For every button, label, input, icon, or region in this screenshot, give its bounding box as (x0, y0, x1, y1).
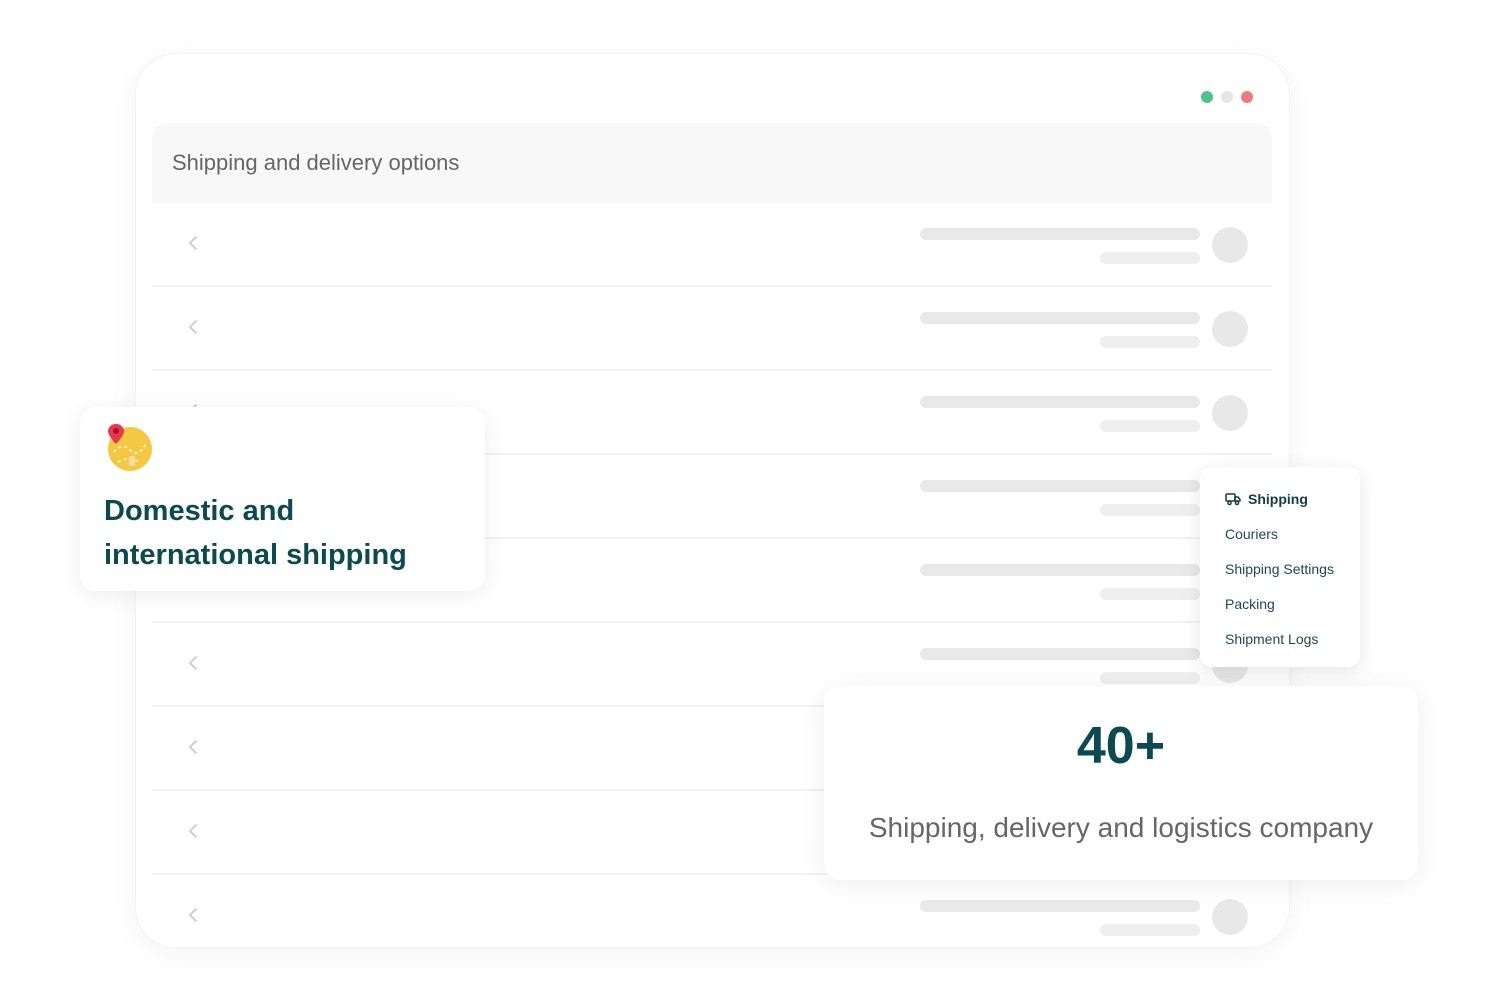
avatar-placeholder (1212, 311, 1248, 347)
chevron-left-icon[interactable] (186, 820, 200, 842)
list-item[interactable] (152, 287, 1272, 371)
globe-location-icon (108, 424, 152, 471)
menu-item-couriers[interactable]: Couriers (1225, 516, 1360, 551)
chevron-left-icon[interactable] (186, 904, 200, 926)
window-controls (1201, 91, 1253, 103)
chevron-left-icon[interactable] (186, 736, 200, 758)
placeholder-line (1100, 336, 1200, 348)
stat-caption: Shipping, delivery and logistics company (868, 812, 1374, 843)
window-gray-dot[interactable] (1221, 91, 1233, 103)
window-green-dot[interactable] (1201, 91, 1213, 103)
stat-card: 40+ Shipping, delivery and logistics com… (824, 686, 1418, 880)
menu-item-shipment-logs[interactable]: Shipment Logs (1225, 621, 1360, 656)
card-title: Domestic and international shipping (104, 495, 407, 571)
list-item[interactable] (152, 875, 1272, 947)
menu-item-label: Packing (1225, 595, 1275, 612)
placeholder-line (920, 312, 1200, 324)
menu-item-shipping[interactable]: Shipping (1225, 481, 1360, 516)
placeholder-line (1100, 420, 1200, 432)
placeholder-line (920, 228, 1200, 240)
window-red-dot[interactable] (1241, 91, 1253, 103)
list-item[interactable] (152, 203, 1272, 287)
chevron-left-icon[interactable] (186, 316, 200, 338)
menu-item-packing[interactable]: Packing (1225, 586, 1360, 621)
stat-number: 40+ (1076, 717, 1166, 775)
panel-header: Shipping and delivery options (152, 123, 1272, 203)
placeholder-line (1100, 672, 1200, 684)
menu-item-label: Shipment Logs (1225, 630, 1319, 647)
placeholder-line (1100, 924, 1200, 936)
chevron-left-icon[interactable] (186, 232, 200, 254)
menu-item-label: Couriers (1225, 525, 1278, 542)
placeholder-line (1100, 504, 1200, 516)
page-title: Shipping and delivery options (172, 150, 460, 175)
menu-item-label: Shipping Settings (1225, 560, 1334, 577)
placeholder-line (920, 564, 1200, 576)
menu-item-shipping-settings[interactable]: Shipping Settings (1225, 551, 1360, 586)
shipping-menu: Shipping Couriers Shipping Settings Pack… (1200, 467, 1360, 667)
placeholder-line (920, 480, 1200, 492)
placeholder-line (920, 900, 1200, 912)
avatar-placeholder (1212, 395, 1248, 431)
avatar-placeholder (1212, 227, 1248, 263)
stage: Shipping and delivery options Domestic a… (0, 0, 1500, 1001)
truck-icon (1225, 492, 1241, 506)
placeholder-line (1100, 252, 1200, 264)
chevron-left-icon[interactable] (186, 652, 200, 674)
menu-item-label: Shipping (1248, 490, 1308, 507)
placeholder-line (920, 396, 1200, 408)
placeholder-line (920, 648, 1200, 660)
avatar-placeholder (1212, 899, 1248, 935)
placeholder-line (1100, 588, 1200, 600)
